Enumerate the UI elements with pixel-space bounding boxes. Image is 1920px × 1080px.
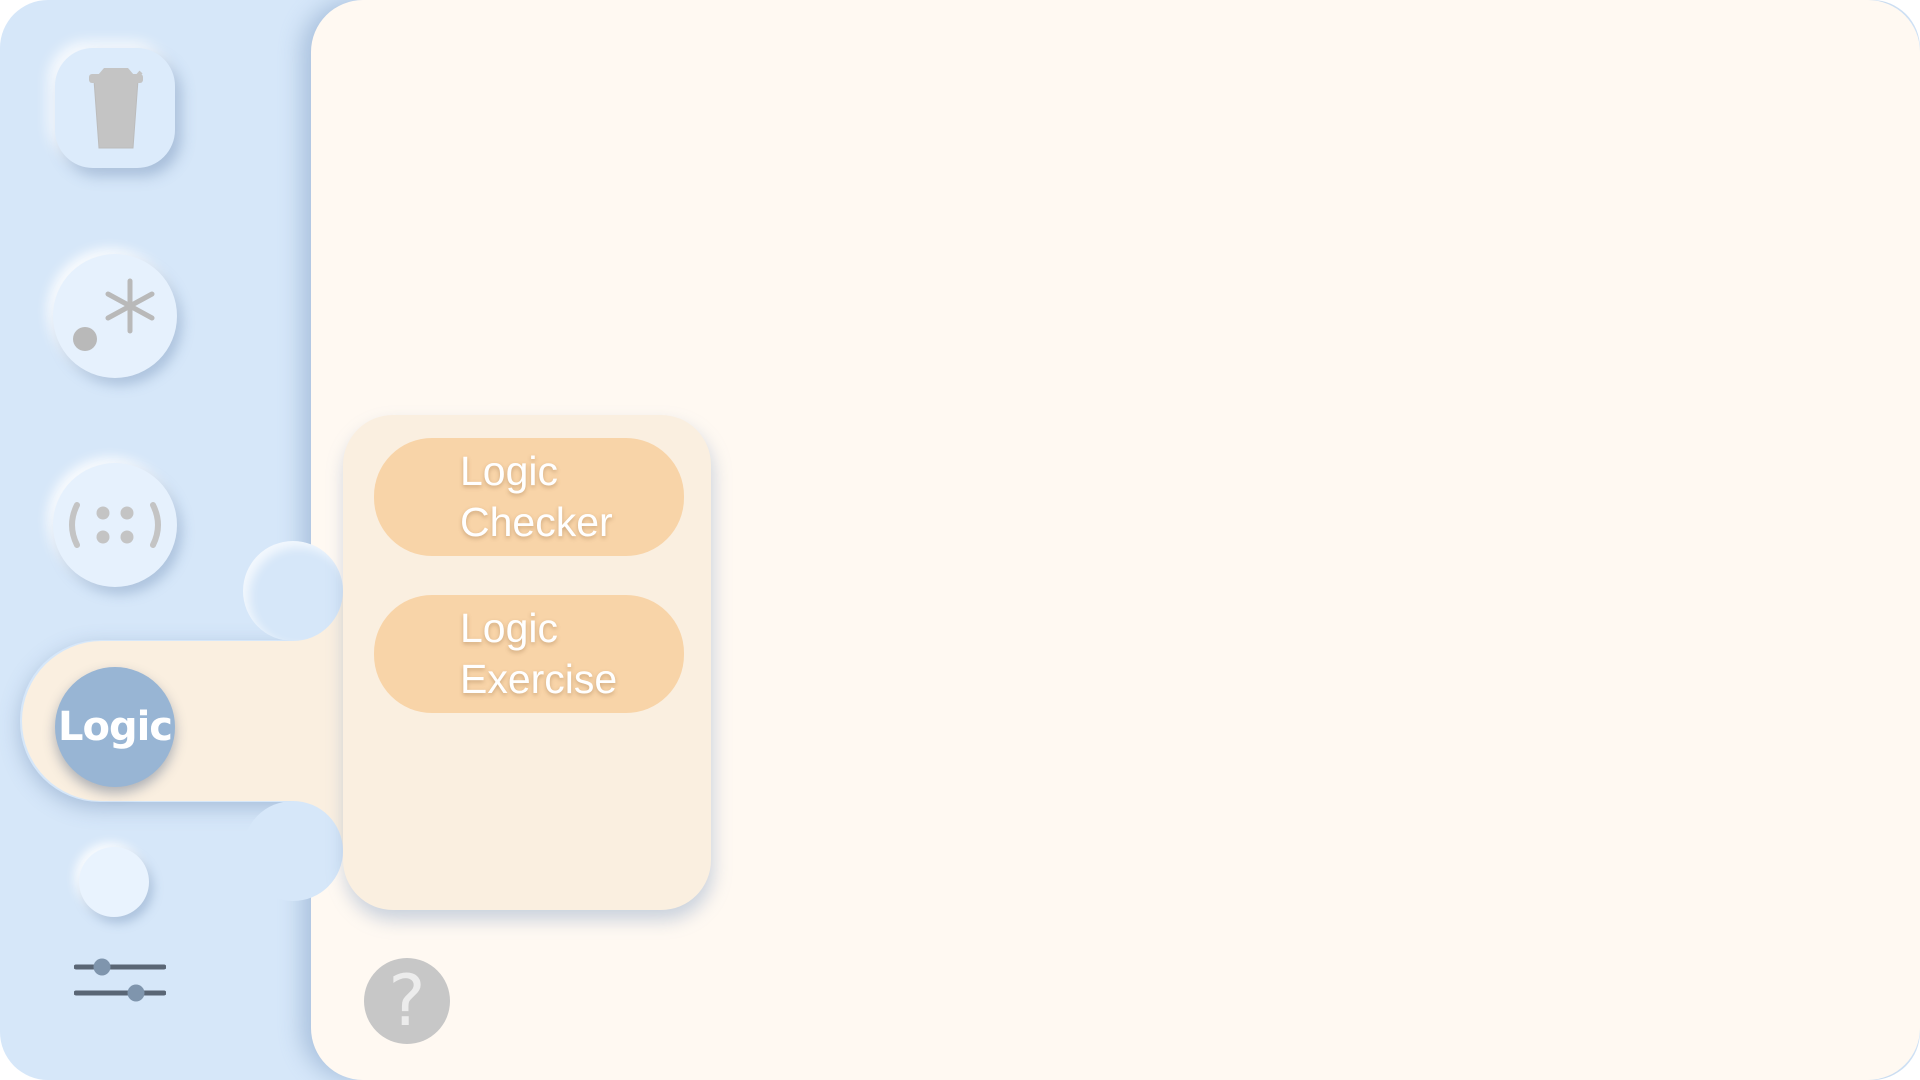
regex-icon (73, 278, 155, 351)
sidebar: Logic Checker Logic Exercise Logic ? (0, 0, 1920, 1080)
logic-button[interactable]: Logic (55, 667, 175, 787)
trash-button[interactable] (55, 48, 175, 168)
braces-icon (69, 502, 161, 548)
logic-checker-button[interactable]: Logic Checker (374, 438, 684, 556)
regex-button[interactable] (53, 254, 177, 378)
flyout-corner-cut (243, 541, 343, 641)
help-button[interactable]: ? (364, 958, 450, 1044)
logic-exercise-button[interactable]: Logic Exercise (374, 595, 684, 713)
sliders-icon (74, 958, 166, 1002)
settings-button[interactable] (70, 950, 170, 1010)
app-window: Logic Checker Logic Exercise Logic ? (0, 0, 1920, 1080)
logic-button-label: Logic (57, 704, 173, 750)
logic-checker-label: Logic Checker (460, 448, 613, 545)
blank-button[interactable] (79, 847, 149, 917)
flyout-corner-cut (243, 801, 343, 901)
logic-exercise-label: Logic Exercise (460, 605, 618, 702)
braces-button[interactable] (53, 463, 177, 587)
trash-icon (89, 68, 143, 149)
help-icon: ? (388, 960, 426, 1042)
